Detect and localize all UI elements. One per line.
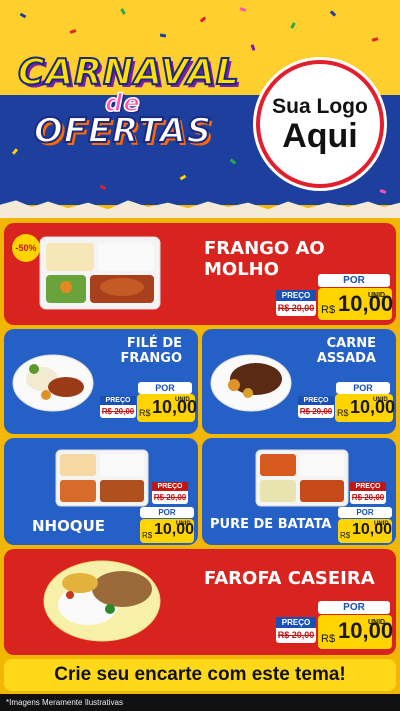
title-carnaval: CARNAVAL <box>17 51 240 94</box>
campaign-title: CARNAVAL de OFERTAS <box>17 51 240 152</box>
unit-label: UNID <box>175 397 190 403</box>
preco-label: PREÇO <box>350 482 386 491</box>
por-label: POR <box>336 382 390 394</box>
food-bowl-image <box>12 354 94 412</box>
old-price-box: PREÇO R$ 20,00 <box>350 482 386 504</box>
old-price-box: PREÇO R$ 20,00 <box>298 396 334 418</box>
currency-symbol: R$ <box>139 408 151 418</box>
product-name: FILÉ DE FRANGO <box>120 336 182 366</box>
por-label: POR <box>318 601 390 614</box>
logo-text-line2: Aqui <box>282 117 358 155</box>
product-name: FAROFA CASEIRA <box>204 568 375 589</box>
old-price-box: PREÇO R$ 20,00 <box>276 617 316 643</box>
cta-banner: Crie seu encarte com este tema! <box>4 659 396 691</box>
old-price: R$ 20,00 <box>101 407 135 416</box>
discount-badge: -50% <box>12 234 40 262</box>
old-price-box: PREÇO R$ 20,00 <box>152 482 188 504</box>
preco-label: PREÇO <box>276 617 316 628</box>
old-price-box: PREÇO R$ 20,00 <box>100 396 136 418</box>
preco-label: PREÇO <box>100 396 136 405</box>
preco-label: PREÇO <box>276 290 316 301</box>
food-tray-image <box>55 449 149 507</box>
logo-placeholder: Sua Logo Aqui <box>256 60 384 188</box>
unit-label: UNID <box>374 521 389 527</box>
product-name: PURE DE BATATA <box>210 517 332 532</box>
unit-label: UNID <box>373 397 388 403</box>
old-price: R$ 20,00 <box>351 493 385 502</box>
unit-label: UNID <box>176 521 191 527</box>
old-price: R$ 20,00 <box>277 303 315 313</box>
old-price-box: PREÇO R$ 20,00 <box>276 290 316 316</box>
por-label: POR <box>140 507 194 518</box>
new-price-box: R$ 10,00 UNID <box>335 394 395 422</box>
unit-label: UNID <box>368 619 386 626</box>
preco-label: PREÇO <box>152 482 188 491</box>
food-bowl-image <box>43 560 161 642</box>
old-price: R$ 20,00 <box>153 493 187 502</box>
por-label: POR <box>338 507 392 518</box>
food-tray-image <box>255 449 349 507</box>
new-price-box: R$ 10,00 UNID <box>137 394 197 422</box>
new-price-box: R$ 10,00 UNID <box>338 519 392 543</box>
new-price-box: R$ 10,00 UNID <box>140 519 194 543</box>
food-bowl-image <box>210 354 292 412</box>
currency-symbol: R$ <box>340 531 351 540</box>
currency-symbol: R$ <box>337 408 349 418</box>
new-price-box: R$ 10,00 UNID <box>318 615 393 649</box>
currency-symbol: R$ <box>142 531 153 540</box>
por-label: POR <box>138 382 192 394</box>
logo-text-line1: Sua Logo <box>272 95 368 118</box>
product-name: CARNE ASSADA <box>316 336 376 366</box>
currency-symbol: R$ <box>321 304 336 316</box>
unit-label: UNID <box>368 292 386 299</box>
preco-label: PREÇO <box>298 396 334 405</box>
flyer: CARNAVAL de OFERTAS Sua Logo Aqui FRANGO… <box>0 0 400 711</box>
currency-symbol: R$ <box>321 633 336 645</box>
old-price: R$ 20,00 <box>299 407 333 416</box>
old-price: R$ 20,00 <box>277 630 315 640</box>
por-label: POR <box>318 274 390 287</box>
new-price-box: R$ 10,00 UNID <box>318 288 393 320</box>
product-name: NHOQUE <box>32 517 106 535</box>
title-ofertas: OFERTAS <box>33 110 213 152</box>
food-tray-image <box>39 236 161 310</box>
disclaimer-text: *Imagens Meramente Ilustrativas <box>0 694 400 711</box>
